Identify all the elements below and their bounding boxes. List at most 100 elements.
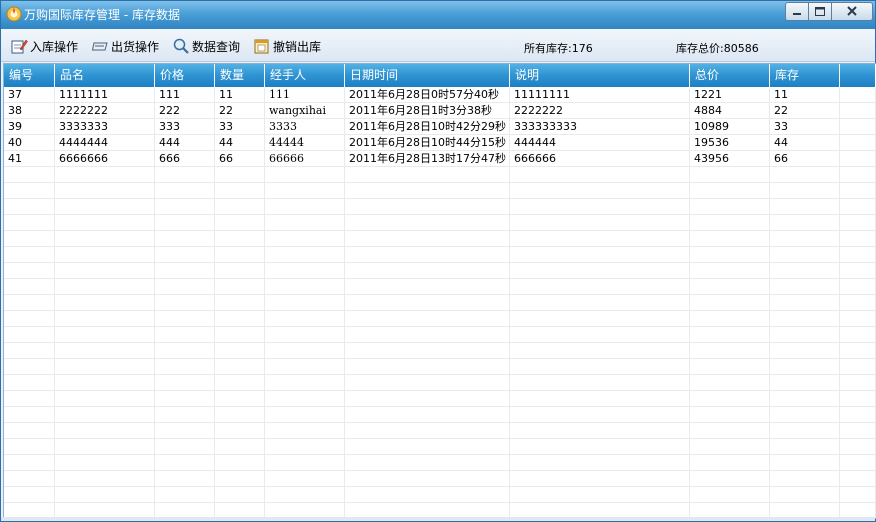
cell-handler (265, 215, 345, 231)
header-col-id[interactable]: 编号 (4, 64, 55, 87)
header-col-note[interactable]: 说明 (510, 64, 690, 87)
stock-data-grid[interactable]: 编号 品名 价格 数量 经手人 日期时间 说明 总价 库存 37 1111111 111 11 111 2… (3, 63, 876, 519)
cell-stock[interactable]: 44 (770, 135, 840, 151)
close-button[interactable] (832, 2, 873, 21)
cell-price (155, 343, 215, 359)
cell-total (690, 391, 770, 407)
query-button[interactable]: 数据查询 (173, 37, 240, 55)
cell-filler (840, 487, 876, 503)
header-col-stock[interactable]: 库存 (770, 64, 840, 87)
cell-datetime[interactable]: 2011年6月28日13时17分47秒 (345, 151, 510, 167)
header-col-qty[interactable]: 数量 (215, 64, 265, 87)
empty-row (4, 471, 876, 487)
minimize-button[interactable] (785, 2, 809, 21)
header-col-total[interactable]: 总价 (690, 64, 770, 87)
table-row[interactable]: 41 6666666 666 66 66666 2011年6月28日13时17分47秒 66… (4, 151, 876, 167)
cell-note (510, 423, 690, 439)
cell-id[interactable]: 37 (4, 87, 55, 103)
cell-handler[interactable]: 44444 (265, 135, 345, 151)
cell-qty (215, 471, 265, 487)
cell-total[interactable]: 1221 (690, 87, 770, 103)
header-col-handler[interactable]: 经手人 (265, 64, 345, 87)
cancel-out-button[interactable]: 撤销出库 (254, 37, 321, 55)
cell-handler[interactable]: wangxihai (265, 103, 345, 119)
cell-stock (770, 455, 840, 471)
cell-price[interactable]: 333 (155, 119, 215, 135)
cell-total[interactable]: 10989 (690, 119, 770, 135)
cell-note (510, 343, 690, 359)
cell-name (55, 279, 155, 295)
cell-name[interactable]: 1111111 (55, 87, 155, 103)
cell-name[interactable]: 6666666 (55, 151, 155, 167)
calendar-icon (254, 39, 269, 54)
title-bar[interactable]: 万购国际库存管理 - 库存数据 (1, 1, 875, 29)
table-row[interactable]: 37 1111111 111 11 111 2011年6月28日0时57分40秒 11111… (4, 87, 876, 103)
cell-qty[interactable]: 11 (215, 87, 265, 103)
cell-name (55, 311, 155, 327)
header-col-datetime[interactable]: 日期时间 (345, 64, 510, 87)
table-row[interactable]: 38 2222222 222 22 wangxihai 2011年6月28日1时3分38秒… (4, 103, 876, 119)
cell-total[interactable]: 4884 (690, 103, 770, 119)
cell-handler[interactable]: 3333 (265, 119, 345, 135)
cell-datetime[interactable]: 2011年6月28日0时57分40秒 (345, 87, 510, 103)
cell-name (55, 327, 155, 343)
cell-note[interactable]: 333333333 (510, 119, 690, 135)
cell-note[interactable]: 666666 (510, 151, 690, 167)
cell-handler[interactable]: 66666 (265, 151, 345, 167)
table-row[interactable]: 39 3333333 333 33 3333 2011年6月28日10时42分29秒 333… (4, 119, 876, 135)
cell-datetime[interactable]: 2011年6月28日10时44分15秒 (345, 135, 510, 151)
cell-name (55, 423, 155, 439)
cell-stock[interactable]: 11 (770, 87, 840, 103)
cell-datetime[interactable]: 2011年6月28日1时3分38秒 (345, 103, 510, 119)
cell-total[interactable]: 19536 (690, 135, 770, 151)
cell-datetime[interactable]: 2011年6月28日10时42分29秒 (345, 119, 510, 135)
cell-handler[interactable]: 111 (265, 87, 345, 103)
cell-name[interactable]: 4444444 (55, 135, 155, 151)
cell-id[interactable]: 40 (4, 135, 55, 151)
cell-filler (840, 343, 876, 359)
cell-name (55, 215, 155, 231)
cell-filler (840, 375, 876, 391)
cell-handler (265, 343, 345, 359)
cell-qty[interactable]: 22 (215, 103, 265, 119)
cell-note[interactable]: 444444 (510, 135, 690, 151)
cell-stock[interactable]: 33 (770, 119, 840, 135)
cell-qty[interactable]: 44 (215, 135, 265, 151)
cell-id[interactable]: 39 (4, 119, 55, 135)
ship-button[interactable]: 出货操作 (92, 37, 159, 55)
cell-price[interactable]: 666 (155, 151, 215, 167)
cell-stock (770, 167, 840, 183)
cell-note (510, 487, 690, 503)
cell-name[interactable]: 3333333 (55, 119, 155, 135)
cell-qty[interactable]: 33 (215, 119, 265, 135)
cell-qty (215, 231, 265, 247)
stock-in-button[interactable]: 入库操作 (11, 37, 78, 55)
cell-note (510, 231, 690, 247)
cell-id[interactable]: 41 (4, 151, 55, 167)
cell-id[interactable]: 38 (4, 103, 55, 119)
cell-name[interactable]: 2222222 (55, 103, 155, 119)
cell-note[interactable]: 11111111 (510, 87, 690, 103)
maximize-button[interactable] (809, 2, 832, 21)
cell-note[interactable]: 2222222 (510, 103, 690, 119)
cell-datetime (345, 263, 510, 279)
cell-price[interactable]: 111 (155, 87, 215, 103)
cell-total (690, 327, 770, 343)
cell-price[interactable]: 444 (155, 135, 215, 151)
cell-id (4, 199, 55, 215)
empty-row (4, 359, 876, 375)
header-col-filler[interactable] (840, 64, 876, 87)
table-row[interactable]: 40 4444444 444 44 44444 2011年6月28日10时44分15秒 44… (4, 135, 876, 151)
header-col-price[interactable]: 价格 (155, 64, 215, 87)
cell-name (55, 407, 155, 423)
cell-stock[interactable]: 66 (770, 151, 840, 167)
cell-name (55, 167, 155, 183)
cell-qty[interactable]: 66 (215, 151, 265, 167)
header-col-name[interactable]: 品名 (55, 64, 155, 87)
cell-filler (840, 247, 876, 263)
cell-total[interactable]: 43956 (690, 151, 770, 167)
cell-price (155, 247, 215, 263)
cell-stock[interactable]: 22 (770, 103, 840, 119)
cell-id (4, 471, 55, 487)
cell-price[interactable]: 222 (155, 103, 215, 119)
